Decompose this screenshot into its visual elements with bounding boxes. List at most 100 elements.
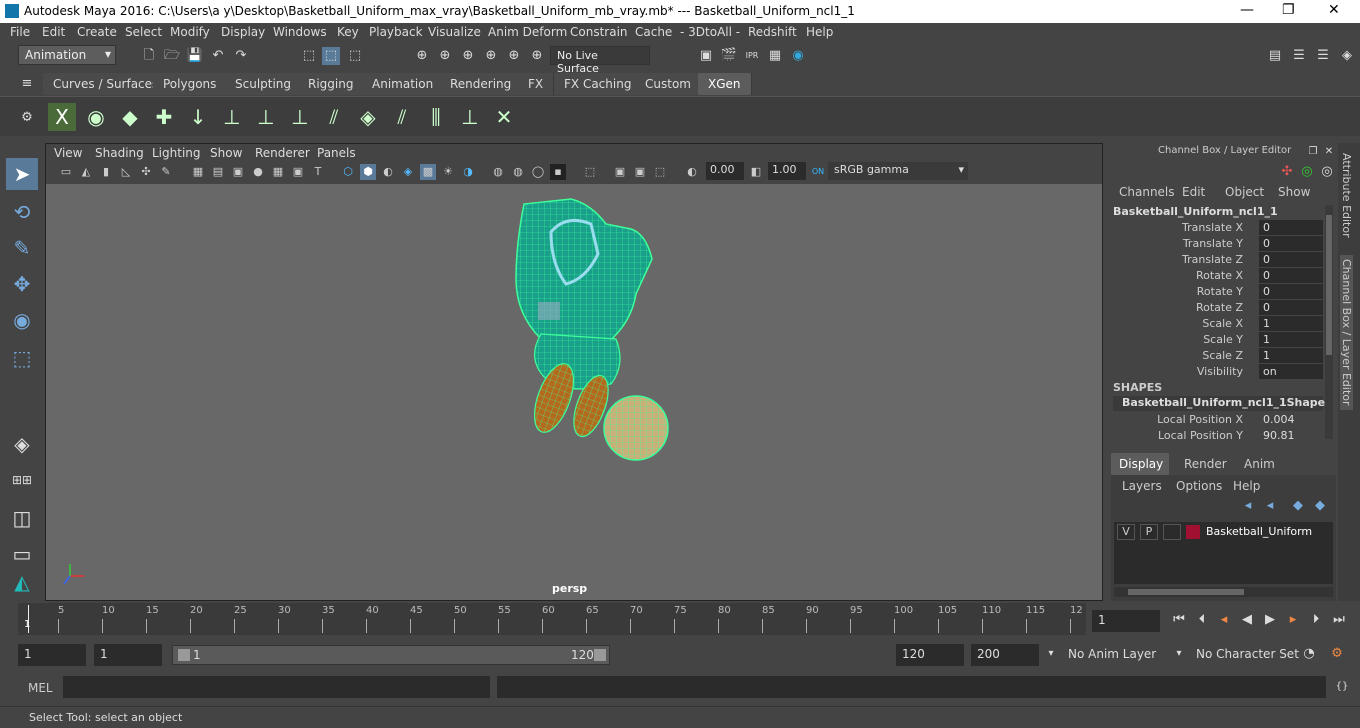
exposure-field[interactable]: 0.00 <box>706 162 744 180</box>
menu-select[interactable]: Select <box>125 25 162 39</box>
view-transform-dropdown[interactable]: sRGB gamma ▾ <box>828 162 968 180</box>
playback-end-field[interactable]: 120 <box>896 644 964 666</box>
scale-tool-icon[interactable]: ⬚ <box>6 342 38 374</box>
layer-playback-toggle[interactable]: P <box>1140 524 1158 540</box>
smooth-shade-icon[interactable]: ⬢ <box>360 164 376 180</box>
attr-value[interactable]: 0 <box>1259 252 1323 267</box>
depth-of-field-icon[interactable]: ▪ <box>550 164 566 180</box>
attr-value[interactable]: 90.81 <box>1259 428 1323 443</box>
menu-redshift[interactable]: Redshift <box>748 25 797 39</box>
xgen-groom-icon[interactable]: ⫼ <box>422 103 450 131</box>
field-chart-icon[interactable]: ▦ <box>270 164 286 180</box>
range-start-handle[interactable] <box>178 649 190 661</box>
attribute-editor-tab[interactable]: Attribute Editor <box>1340 153 1353 238</box>
image-plane-icon[interactable]: ◺ <box>118 164 134 180</box>
layer-type-toggle[interactable] <box>1163 524 1181 540</box>
xgen-add-primitive-icon[interactable]: ⊥ <box>218 103 246 131</box>
channel-box-layer-editor-tab[interactable]: Channel Box / Layer Editor <box>1340 255 1353 410</box>
chevron-down-icon[interactable]: ▾ <box>1170 645 1188 663</box>
speed-icon[interactable]: ◎ <box>1298 163 1316 181</box>
hyperbolic-icon[interactable]: ◎ <box>1318 163 1336 181</box>
select-by-object-icon[interactable]: ⬚ <box>322 47 340 65</box>
gamma-icon[interactable]: ◧ <box>748 164 764 180</box>
two-d-pan-icon[interactable]: ✣ <box>138 164 154 180</box>
xgen-editor-icon[interactable]: X <box>48 103 76 131</box>
mel-input[interactable] <box>63 676 490 698</box>
select-by-component-icon[interactable]: ⬚ <box>346 47 364 65</box>
xgen-guides-icon[interactable]: ⫽ <box>320 103 348 131</box>
lasso-tool-icon[interactable]: ⟲ <box>6 196 38 228</box>
anim-layer-dropdown[interactable]: No Anim Layer <box>1062 644 1164 666</box>
hypershade-icon[interactable]: ◉ <box>789 47 807 65</box>
attr-scale-x[interactable]: Scale X 1 <box>1108 316 1323 332</box>
grid-icon[interactable]: ▦ <box>190 164 206 180</box>
menu-windows[interactable]: Windows <box>273 25 327 39</box>
ipr-render-icon[interactable]: IPR <box>743 47 761 65</box>
layer-hscrollbar[interactable] <box>1114 587 1333 597</box>
use-default-material-icon[interactable]: ◈ <box>400 164 416 180</box>
layer-tab-anim[interactable]: Anim <box>1234 453 1285 475</box>
shelf-tab-xgen[interactable]: XGen <box>698 73 752 95</box>
attr-rotate-x[interactable]: Rotate X 0 <box>1108 268 1323 284</box>
attr-rotate-y[interactable]: Rotate Y 0 <box>1108 284 1323 300</box>
shelf-tab-fx-caching[interactable]: FX Caching <box>554 73 643 95</box>
viewport-menu-view[interactable]: View <box>54 146 82 160</box>
go-to-start-icon[interactable]: ⏮ <box>1170 611 1188 629</box>
character-set-dropdown[interactable]: No Character Set <box>1190 644 1299 666</box>
attr-scale-y[interactable]: Scale Y 1 <box>1108 332 1323 348</box>
xgen-sculpt-icon[interactable]: ⫽ <box>388 103 416 131</box>
motion-blur-icon[interactable]: ◍ <box>510 164 526 180</box>
color-management-icon[interactable]: ON <box>810 164 826 180</box>
channels-menu[interactable]: Channels <box>1119 185 1175 199</box>
safe-title-icon[interactable]: T <box>310 164 326 180</box>
textured-icon[interactable]: ▩ <box>420 164 436 180</box>
attr-translate-y[interactable]: Translate Y 0 <box>1108 236 1323 252</box>
script-editor-icon[interactable]: {} <box>1333 678 1351 696</box>
step-forward-frame-icon[interactable]: ▸ <box>1284 611 1302 629</box>
attr-value[interactable]: 0 <box>1259 236 1323 251</box>
step-back-frame-icon[interactable]: ◂ <box>1215 611 1233 629</box>
viewport-menu-shading[interactable]: Shading <box>95 146 144 160</box>
live-surface-icon[interactable]: ⊕ <box>528 47 546 65</box>
viewport-menu-lighting[interactable]: Lighting <box>152 146 201 160</box>
select-tool-icon[interactable]: ➤ <box>6 158 38 190</box>
shelf-tab-rendering[interactable]: Rendering <box>440 73 523 95</box>
channels-show-menu[interactable]: Show <box>1278 185 1310 199</box>
layers-menu[interactable]: Layers <box>1122 479 1162 493</box>
xgen-delete-icon[interactable]: ✕ <box>490 103 518 131</box>
render-settings-icon[interactable]: ▦ <box>766 47 784 65</box>
attr-translate-x[interactable]: Translate X 0 <box>1108 220 1323 236</box>
maximize-button[interactable]: ❐ <box>1282 2 1295 18</box>
viewport-menu-panels[interactable]: Panels <box>317 146 356 160</box>
shape-name[interactable]: Basketball_Uniform_ncl1_1Shape <box>1113 396 1325 411</box>
camera-attributes-icon[interactable]: ◭ <box>78 164 94 180</box>
attr-translate-z[interactable]: Translate Z 0 <box>1108 252 1323 268</box>
xgen-lock-icon[interactable]: ⊥ <box>286 103 314 131</box>
menu-modify[interactable]: Modify <box>170 25 210 39</box>
redo-icon[interactable]: ↷ <box>232 47 250 65</box>
snap-curve-icon[interactable]: ⊕ <box>436 47 454 65</box>
shelf-tab-custom[interactable]: Custom <box>635 73 702 95</box>
anti-aliasing-icon[interactable]: ◯ <box>530 164 546 180</box>
attribute-editor-toggle-icon[interactable]: ☰ <box>1314 47 1332 65</box>
xgen-surface-icon[interactable]: ◈ <box>354 103 382 131</box>
attr-value[interactable]: 0 <box>1259 300 1323 315</box>
shelf-tab-animation[interactable]: Animation <box>362 73 445 95</box>
menu-cache[interactable]: Cache <box>635 25 672 39</box>
attr-value[interactable]: 0 <box>1259 268 1323 283</box>
snap-view-icon[interactable]: ⊕ <box>482 47 500 65</box>
menu-help[interactable]: Help <box>806 25 833 39</box>
move-tool-icon[interactable]: ✥ <box>6 268 38 300</box>
xgen-add-guide-icon[interactable]: ✚ <box>150 103 178 131</box>
attr-value[interactable]: 1 <box>1259 332 1323 347</box>
scrollbar-thumb[interactable] <box>1128 589 1244 595</box>
menu-playback[interactable]: Playback <box>369 25 423 39</box>
layer-visibility-toggle[interactable]: V <box>1117 524 1135 540</box>
resolution-gate-icon[interactable]: ▣ <box>230 164 246 180</box>
xray-icon[interactable]: ▣ <box>612 164 628 180</box>
chevron-down-icon[interactable]: ▾ <box>1042 645 1060 663</box>
menu-set-dropdown[interactable]: Animation ▾ <box>18 45 116 65</box>
menu-edit[interactable]: Edit <box>42 25 65 39</box>
attr-value[interactable]: on <box>1259 364 1323 379</box>
menu-display[interactable]: Display <box>221 25 265 39</box>
